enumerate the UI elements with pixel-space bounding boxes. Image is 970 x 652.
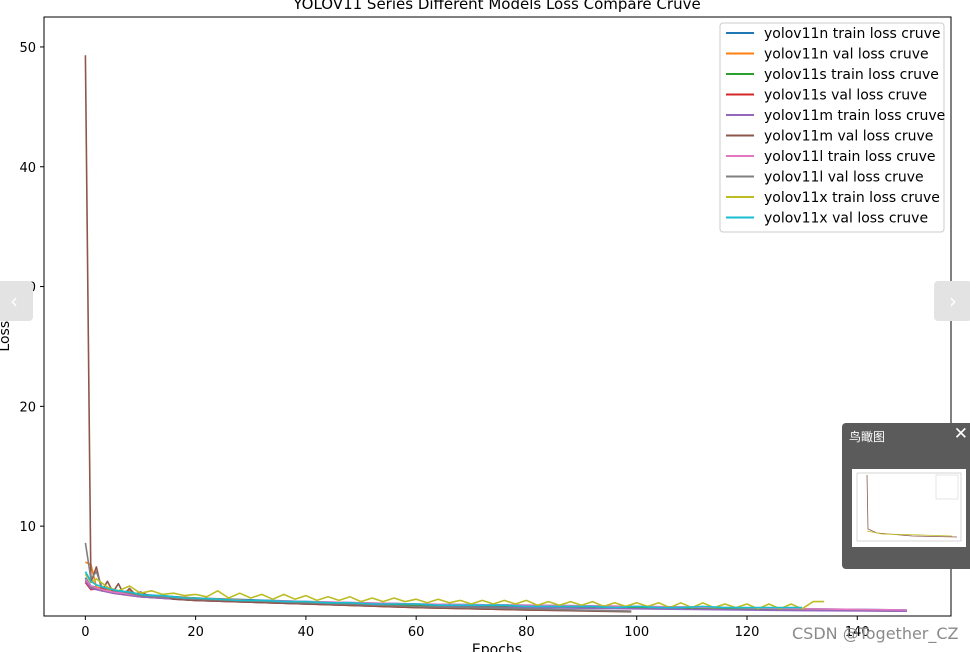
x-tick-label: 100 (624, 625, 649, 640)
watermark: CSDN @Together_CZ (792, 624, 959, 643)
x-tick-label: 20 (187, 625, 204, 640)
series-line-6 (84, 55, 632, 613)
chart-title: YOLOV11 Series Different Models Loss Com… (292, 0, 700, 13)
x-tick-label: 60 (408, 625, 425, 640)
minimap-chart-preview (856, 472, 962, 542)
x-tick-label: 0 (81, 625, 89, 640)
close-icon[interactable]: ✕ (954, 424, 968, 444)
legend-label: yolov11s val loss cruve (764, 88, 927, 104)
y-tick-label: 40 (19, 161, 36, 176)
minimap-panel: 鸟瞰图 ✕ (842, 423, 970, 569)
legend-label: yolov11m val loss cruve (764, 129, 933, 145)
y-tick-label: 50 (19, 41, 36, 56)
x-tick-label: 80 (518, 625, 535, 640)
legend-label: yolov11n val loss cruve (764, 47, 929, 63)
x-tick-label: 40 (298, 625, 315, 640)
previous-image-button[interactable]: ‹ (0, 281, 33, 321)
legend-label: yolov11n train loss cruve (764, 26, 940, 42)
legend-label: yolov11x val loss cruve (764, 211, 928, 227)
x-tick-label: 120 (735, 625, 760, 640)
series-line-10 (84, 571, 803, 609)
legend-label: yolov11l train loss cruve (764, 149, 936, 165)
y-tick-label: 20 (19, 400, 36, 415)
legend-label: yolov11m train loss cruve (764, 108, 945, 124)
legend-label: yolov11l val loss cruve (764, 170, 924, 186)
legend-label: yolov11x train loss cruve (764, 190, 940, 206)
legend-label: yolov11s train loss cruve (764, 67, 939, 83)
loss-chart: YOLOV11 Series Different Models Loss Com… (0, 0, 952, 652)
minimap-title: 鸟瞰图 (849, 430, 886, 444)
series-line-9 (84, 573, 825, 610)
legend: yolov11n train loss cruve yolov11n val lo… (719, 22, 945, 233)
x-axis-label: Epochs (472, 642, 522, 652)
y-tick-label: 10 (19, 520, 36, 535)
next-image-button[interactable]: › (934, 281, 970, 321)
minimap-thumbnail[interactable] (852, 469, 966, 547)
